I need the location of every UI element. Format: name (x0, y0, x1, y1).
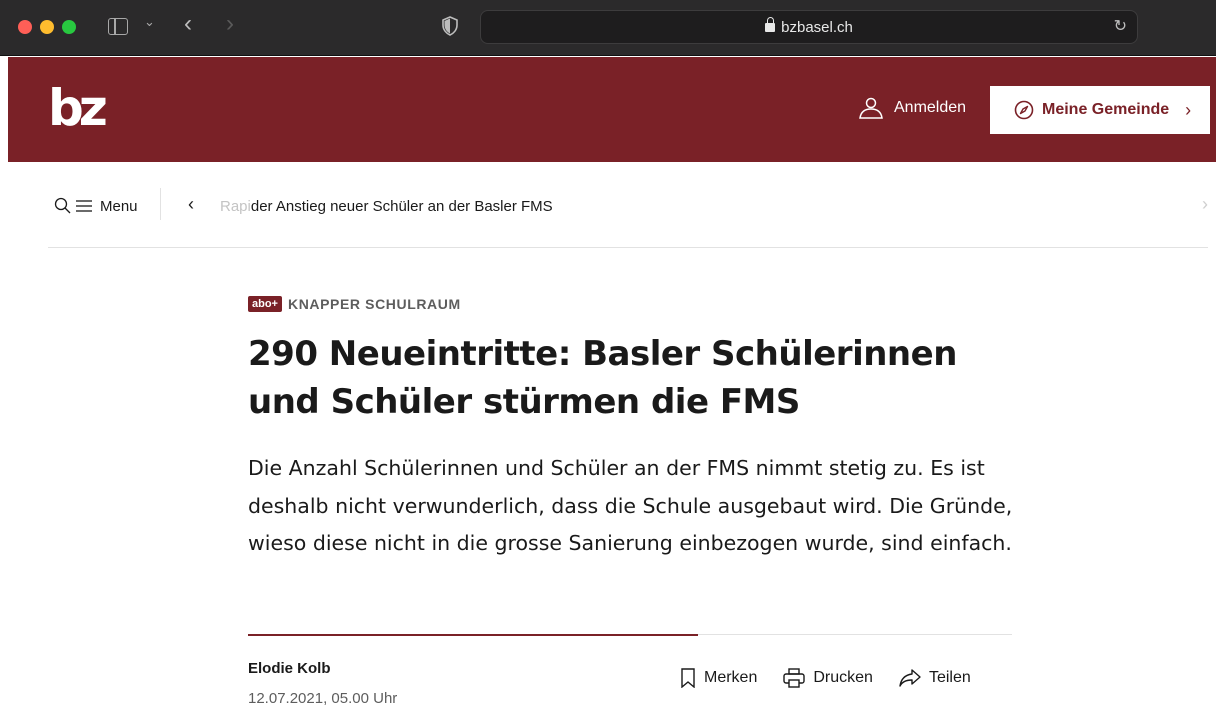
divider (160, 188, 161, 220)
share-icon (899, 669, 921, 687)
bookmark-label: Merken (704, 669, 758, 686)
printer-icon (783, 668, 806, 688)
compass-icon (1014, 100, 1034, 120)
url-text: bzbasel.ch (781, 19, 853, 36)
browser-toolbar: ⌄ ‹ › bzbasel.ch ↻ (0, 0, 1216, 56)
url-display: bzbasel.ch (481, 17, 1137, 36)
search-icon (54, 197, 71, 214)
article-subnav: Menu ‹ Rapider Anstieg neuer Schüler an … (48, 180, 1208, 248)
meine-gemeinde-button[interactable]: Meine Gemeinde › (990, 86, 1210, 134)
reload-icon[interactable]: ↻ (1114, 16, 1127, 36)
publish-date: 12.07.2021, 05.00 Uhr (248, 690, 398, 707)
author-name[interactable]: Elodie Kolb (248, 660, 331, 677)
print-button[interactable]: Drucken (783, 668, 873, 688)
hamburger-icon (76, 200, 92, 212)
chevron-down-icon[interactable]: ⌄ (144, 14, 155, 30)
close-window-button[interactable] (18, 20, 32, 34)
share-label: Teilen (928, 669, 971, 686)
address-bar[interactable]: bzbasel.ch ↻ (480, 10, 1138, 44)
shield-icon[interactable] (442, 16, 458, 36)
article-kicker: abo+ KNAPPER SCHULRAUM (248, 296, 461, 312)
gemeinde-label: Meine Gemeinde (1042, 101, 1170, 118)
print-label: Drucken (813, 669, 873, 686)
title-faded-part: Rapi (220, 198, 251, 215)
chevron-right-icon: › (1185, 99, 1192, 120)
login-button[interactable]: Anmelden (858, 97, 966, 119)
current-article-title: Rapider Anstieg neuer Schüler an der Bas… (220, 198, 553, 215)
zoom-window-button[interactable] (62, 20, 76, 34)
menu-button[interactable]: Menu (54, 197, 138, 215)
bookmark-button[interactable]: Merken (680, 668, 757, 688)
forward-icon[interactable]: › (226, 12, 234, 36)
back-icon[interactable]: ‹ (184, 12, 192, 36)
title-rest: der Anstieg neuer Schüler an der Basler … (250, 198, 553, 215)
accent-divider (248, 634, 698, 636)
sidebar-icon[interactable] (108, 18, 128, 35)
article-actions: Merken Drucken Teilen (680, 668, 971, 688)
previous-article-icon[interactable]: ‹ (188, 194, 194, 215)
share-button[interactable]: Teilen (899, 668, 971, 688)
kicker-text: KNAPPER SCHULRAUM (287, 296, 461, 312)
next-article-icon[interactable]: › (1202, 194, 1208, 215)
site-header: bz Anmelden Meine Gemeinde › (8, 57, 1216, 162)
bookmark-icon (681, 668, 695, 688)
user-icon (859, 97, 883, 119)
lock-icon (765, 17, 776, 32)
abo-plus-badge: abo+ (248, 296, 282, 312)
article-headline: 290 Neueintritte: Basler Schülerinnen un… (248, 334, 957, 422)
minimize-window-button[interactable] (40, 20, 54, 34)
menu-label: Menu (100, 197, 138, 215)
article-lead: Die Anzahl Schülerinnen und Schüler an d… (248, 456, 1013, 555)
site-logo[interactable]: bz (48, 83, 108, 133)
login-label: Anmelden (894, 99, 967, 116)
